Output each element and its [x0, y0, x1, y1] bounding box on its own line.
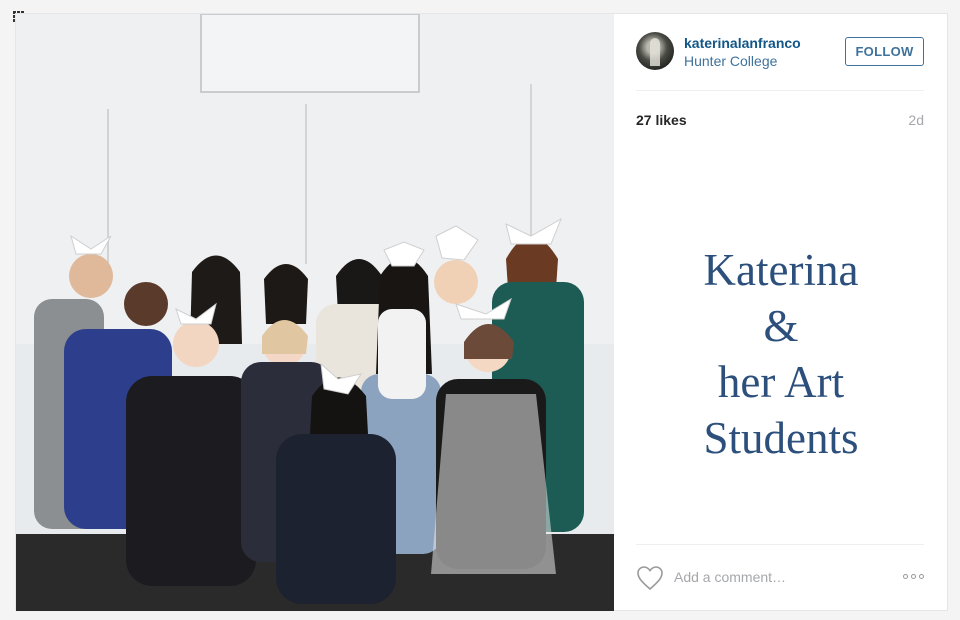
avatar[interactable]	[636, 32, 674, 70]
group-photo-image	[16, 14, 614, 611]
post-age[interactable]: 2d	[908, 112, 924, 128]
caption-line: &	[763, 301, 799, 351]
comment-bar: Add a comment…	[636, 544, 924, 595]
likes-count[interactable]: 27 likes	[636, 112, 687, 128]
comment-input[interactable]: Add a comment…	[674, 569, 786, 585]
username-link[interactable]: katerinalanfranco	[684, 35, 801, 51]
post-card: katerinalanfranco Hunter College FOLLOW …	[15, 13, 948, 611]
post-sidebar: katerinalanfranco Hunter College FOLLOW …	[614, 14, 948, 610]
more-options-icon[interactable]	[903, 574, 924, 579]
location-link[interactable]: Hunter College	[684, 53, 777, 69]
caption-line: Katerina	[703, 245, 859, 295]
follow-button[interactable]: FOLLOW	[845, 37, 924, 66]
caption-line: Students	[703, 413, 859, 463]
post-header: katerinalanfranco Hunter College FOLLOW	[636, 32, 924, 91]
caption-line: her Art	[717, 357, 845, 407]
post-photo[interactable]	[16, 14, 614, 611]
heart-icon[interactable]	[636, 565, 664, 591]
caption-text: Katerina & her Art Students	[614, 242, 948, 466]
